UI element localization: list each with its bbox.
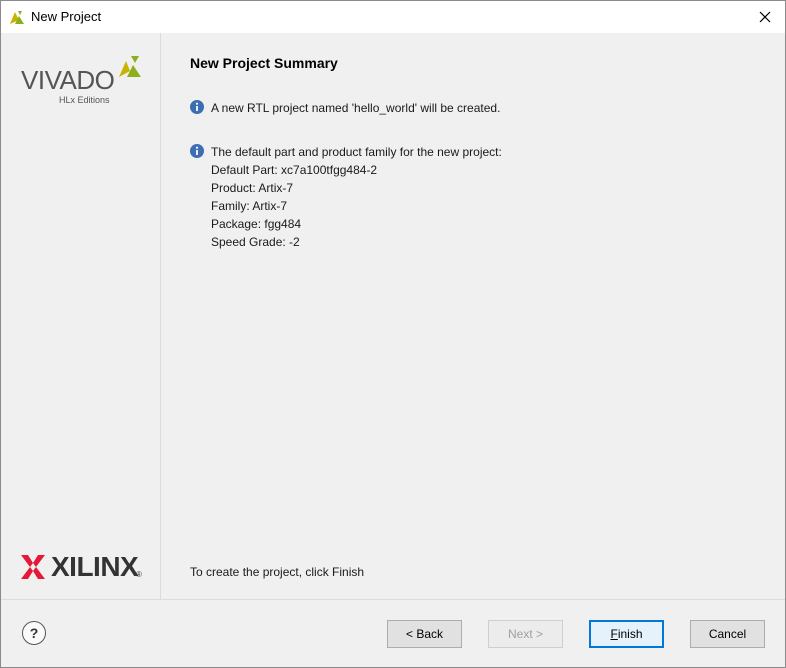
- vivado-logo: VIVADO HLx Editions: [21, 55, 146, 107]
- help-button[interactable]: ?: [22, 621, 46, 645]
- vivado-logo-subtitle: HLx Editions: [59, 95, 110, 105]
- info-message-part-text: The default part and product family for …: [211, 145, 502, 159]
- xilinx-logo: XILINX ®: [21, 551, 146, 585]
- detail-speed-grade: Speed Grade: -2: [211, 235, 300, 249]
- detail-product: Product: Artix-7: [211, 181, 294, 195]
- vivado-logo-word: VIVADO: [21, 65, 115, 95]
- button-bar: ? < Back Next > Finish Cancel: [1, 599, 785, 667]
- new-project-dialog: New Project VIVADO HLx Editions XILINX ®…: [0, 0, 786, 668]
- detail-default-part: Default Part: xc7a100tfgg484-2: [211, 163, 378, 177]
- title-bar: New Project: [1, 1, 785, 33]
- info-icon: [190, 144, 204, 158]
- finish-button[interactable]: Finish: [589, 620, 664, 648]
- xilinx-logo-word: XILINX: [51, 551, 139, 582]
- left-panel: VIVADO HLx Editions XILINX ®: [1, 33, 161, 599]
- vivado-leaf-icon: [119, 56, 141, 77]
- vivado-leaf-icon: [10, 11, 24, 24]
- info-icon: [190, 100, 204, 114]
- detail-package: Package: fgg484: [211, 217, 302, 231]
- window-title: New Project: [31, 9, 102, 24]
- back-button[interactable]: < Back: [387, 620, 462, 648]
- part-detail-list: Default Part: xc7a100tfgg484-2 Product: …: [211, 161, 377, 251]
- cancel-button[interactable]: Cancel: [690, 620, 765, 648]
- page-title: New Project Summary: [190, 55, 338, 71]
- close-icon: [759, 11, 771, 23]
- cancel-button-label: Cancel: [708, 627, 747, 641]
- xilinx-mark-icon: [21, 555, 45, 579]
- info-message-project-text: A new RTL project named 'hello_world' wi…: [211, 101, 501, 115]
- close-button[interactable]: [745, 1, 785, 33]
- xilinx-registered-mark: ®: [136, 570, 142, 579]
- main-content: New Project Summary A new RTL project na…: [162, 33, 785, 599]
- next-button-label: Next >: [507, 627, 543, 641]
- footer-note: To create the project, click Finish: [190, 565, 365, 579]
- back-button-label: < Back: [405, 627, 444, 641]
- detail-family: Family: Artix-7: [211, 199, 288, 213]
- next-button[interactable]: Next >: [488, 620, 563, 648]
- finish-button-label: Finish: [610, 627, 643, 641]
